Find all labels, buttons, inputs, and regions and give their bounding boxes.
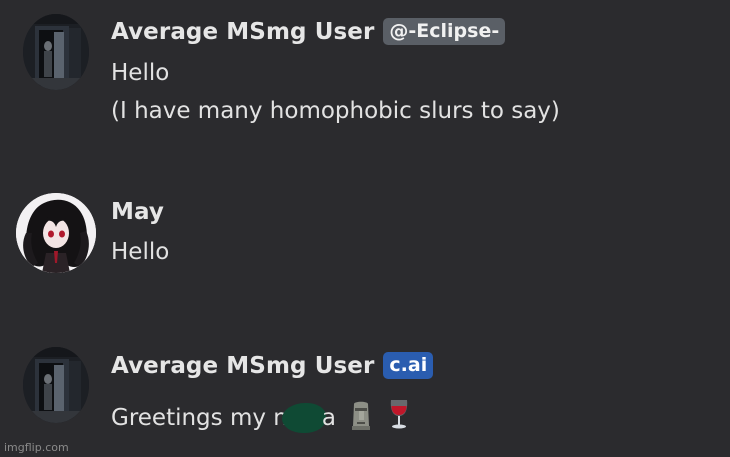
wine-glass-emoji-icon (387, 398, 411, 436)
avatar[interactable] (16, 193, 96, 273)
message-text: Greetings my n a (111, 398, 411, 436)
message-3: Average MSmg User c.ai Greetings my n a (0, 335, 730, 445)
author-name[interactable]: Average MSmg User (111, 19, 374, 45)
message-2: May Hello (0, 185, 730, 285)
censor-blob (281, 403, 326, 433)
avatar[interactable] (23, 14, 89, 90)
message-text: Hello (111, 239, 170, 265)
author-badge[interactable]: c.ai (383, 352, 434, 379)
message-text: Hello (111, 60, 170, 86)
dark-doorway-avatar-icon (23, 14, 89, 90)
watermark: imgflip.com (4, 441, 69, 454)
message-1: Average MSmg User @-Eclipse- Hello (I ha… (0, 0, 730, 150)
message-text-after-censor: a (321, 405, 336, 431)
author-name[interactable]: May (111, 199, 164, 225)
author-badge[interactable]: @-Eclipse- (383, 18, 506, 45)
anime-girl-avatar-icon (16, 193, 96, 273)
message-text: (I have many homophobic slurs to say) (111, 98, 560, 124)
author-name[interactable]: Average MSmg User (111, 353, 374, 379)
dark-doorway-avatar-icon (23, 347, 89, 423)
message-text-before-censor: Greetings my n (111, 405, 288, 431)
avatar[interactable] (23, 347, 89, 423)
moai-emoji-icon (349, 400, 373, 436)
